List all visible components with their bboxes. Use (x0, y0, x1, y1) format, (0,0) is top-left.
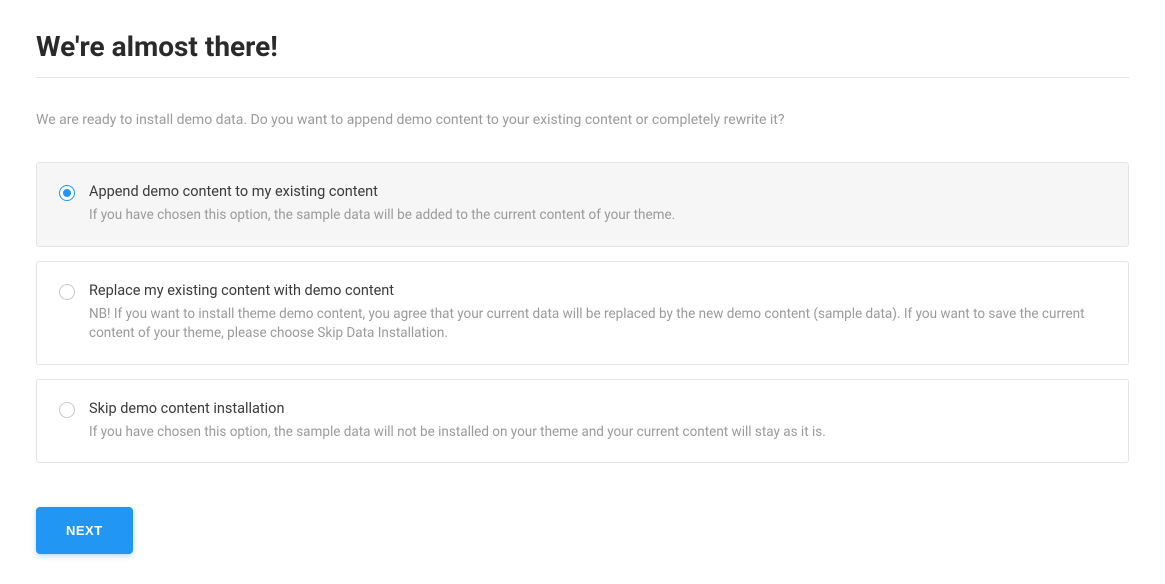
option-desc: If you have chosen this option, the samp… (89, 423, 1106, 443)
radio-icon[interactable] (59, 185, 75, 201)
option-title: Replace my existing content with demo co… (89, 282, 1106, 299)
option-title: Append demo content to my existing conte… (89, 183, 1106, 200)
intro-text: We are ready to install demo data. Do yo… (36, 112, 1129, 128)
option-desc: NB! If you want to install theme demo co… (89, 305, 1106, 344)
option-append[interactable]: Append demo content to my existing conte… (36, 162, 1129, 247)
radio-icon[interactable] (59, 402, 75, 418)
option-replace[interactable]: Replace my existing content with demo co… (36, 261, 1129, 365)
radio-icon[interactable] (59, 284, 75, 300)
page-title: We're almost there! (36, 30, 1129, 78)
option-skip[interactable]: Skip demo content installation If you hav… (36, 379, 1129, 464)
option-title: Skip demo content installation (89, 400, 1106, 417)
option-desc: If you have chosen this option, the samp… (89, 206, 1106, 226)
next-button[interactable]: NEXT (36, 507, 133, 554)
